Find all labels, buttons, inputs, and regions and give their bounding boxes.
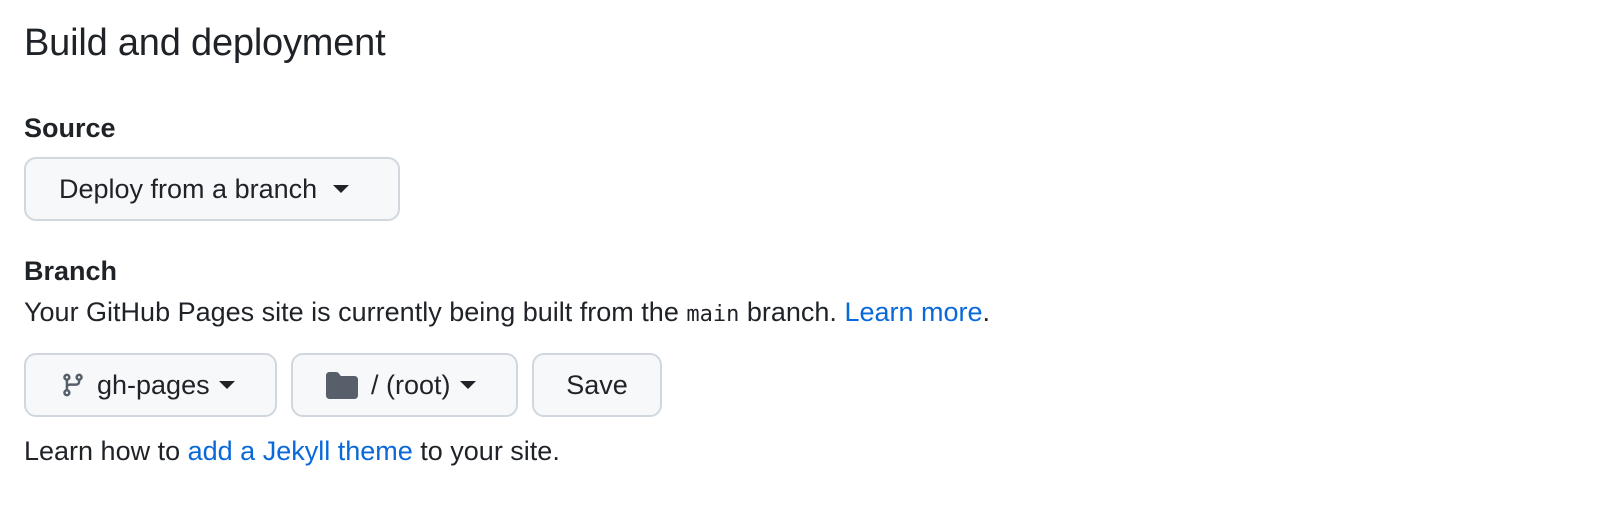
source-selected-value: Deploy from a branch — [59, 173, 318, 204]
footer-prefix: Learn how to — [24, 436, 181, 466]
save-button[interactable]: Save — [532, 353, 662, 417]
jekyll-theme-help-text: Learn how to add a Jekyll theme to your … — [24, 436, 560, 467]
branch-description-suffix: branch. — [746, 297, 837, 327]
pages-settings-panel: Build and deployment Source Deploy from … — [0, 0, 1600, 508]
add-jekyll-theme-link[interactable]: add a Jekyll theme — [188, 436, 413, 466]
branch-select-button[interactable]: gh-pages — [24, 353, 277, 417]
branch-description-prefix: Your GitHub Pages site is currently bein… — [24, 297, 679, 327]
section-title: Build and deployment — [24, 22, 386, 64]
branch-select-value: gh-pages — [97, 369, 210, 400]
folder-select-value: / (root) — [371, 369, 451, 400]
footer-suffix: to your site. — [420, 436, 560, 466]
branch-code: main — [686, 302, 740, 327]
folder-select-button[interactable]: / (root) — [291, 353, 518, 417]
branch-label: Branch — [24, 256, 118, 286]
git-branch-icon — [60, 370, 86, 400]
branch-description: Your GitHub Pages site is currently bein… — [24, 297, 990, 328]
learn-more-link[interactable]: Learn more — [844, 297, 982, 327]
source-label: Source — [24, 113, 116, 143]
folder-icon — [326, 371, 358, 399]
description-period: . — [982, 297, 991, 327]
source-dropdown-button[interactable]: Deploy from a branch — [24, 157, 400, 221]
triangle-down-icon — [218, 381, 235, 389]
triangle-down-icon — [333, 185, 350, 193]
triangle-down-icon — [459, 381, 476, 389]
